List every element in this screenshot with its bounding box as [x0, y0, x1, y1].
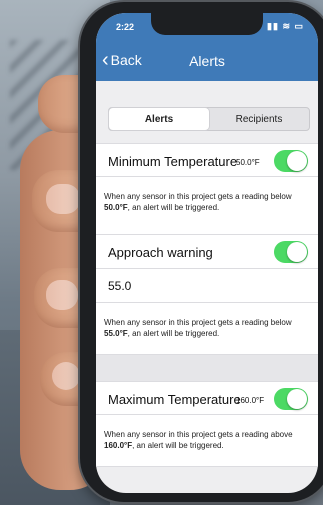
max-temp-desc-prefix: When any sensor in this project gets a r…	[104, 430, 293, 439]
section-spacer	[96, 355, 318, 381]
approach-label: Approach warning	[108, 245, 213, 260]
toggle-knob	[287, 151, 307, 171]
segment-container: Alerts Recipients	[96, 81, 318, 143]
max-temp-label: Maximum Temperature	[108, 392, 241, 407]
fingernail	[52, 362, 80, 390]
max-temp-toggle[interactable]	[274, 388, 308, 410]
max-temp-value: 160.0°F	[236, 396, 265, 405]
min-temp-toggle[interactable]	[274, 150, 308, 172]
approach-desc-suffix: , an alert will be triggered.	[127, 329, 220, 338]
approach-value-input[interactable]	[108, 279, 288, 293]
page-title: Alerts	[189, 53, 225, 69]
min-temp-label: Minimum Temperature	[108, 154, 238, 169]
max-temp-desc-value: 160.0°F	[104, 441, 133, 450]
min-temp-row: Minimum Temperature 50.0°F	[96, 143, 318, 177]
min-temp-desc-value: 50.0°F	[104, 203, 128, 212]
approach-toggle[interactable]	[274, 241, 308, 263]
toggle-knob	[287, 242, 307, 262]
fingernail	[46, 184, 80, 214]
min-temp-desc-row: When any sensor in this project gets a r…	[96, 177, 318, 235]
approach-desc-prefix: When any sensor in this project gets a r…	[104, 318, 292, 327]
max-temp-row: Maximum Temperature 160.0°F	[96, 381, 318, 415]
alerts-content: Alerts Recipients Minimum Temperature 50…	[96, 81, 318, 493]
max-temp-description: When any sensor in this project gets a r…	[104, 429, 312, 451]
approach-desc-row: When any sensor in this project gets a r…	[96, 303, 318, 355]
nav-bar: ‹ Back Alerts	[96, 43, 318, 81]
tab-alerts[interactable]: Alerts	[109, 108, 209, 130]
min-temp-desc-prefix: When any sensor in this project gets a r…	[104, 192, 292, 201]
tab-recipients[interactable]: Recipients	[209, 108, 309, 130]
max-temp-desc-row: When any sensor in this project gets a r…	[96, 415, 318, 467]
segmented-control: Alerts Recipients	[108, 107, 310, 131]
signal-wifi-battery-icon: ▮▮ ≋ ▭	[267, 21, 304, 31]
phone-notch	[151, 13, 263, 35]
approach-desc-value: 55.0°F	[104, 329, 128, 338]
min-temp-value: 50.0°F	[236, 158, 260, 167]
min-temp-desc-suffix: , an alert will be triggered.	[127, 203, 220, 212]
approach-row: Approach warning	[96, 235, 318, 269]
status-time: 2:22	[116, 22, 135, 32]
max-temp-desc-suffix: , an alert will be triggered.	[132, 441, 224, 450]
phone-screen: 2:22 ▮▮ ≋ ▭ ‹ Back Alerts Alerts Recipie…	[96, 13, 318, 493]
min-temp-description: When any sensor in this project gets a r…	[104, 191, 312, 213]
approach-description: When any sensor in this project gets a r…	[104, 317, 312, 339]
toggle-knob	[287, 389, 307, 409]
approach-input-row	[96, 269, 318, 303]
fingernail	[46, 280, 78, 310]
